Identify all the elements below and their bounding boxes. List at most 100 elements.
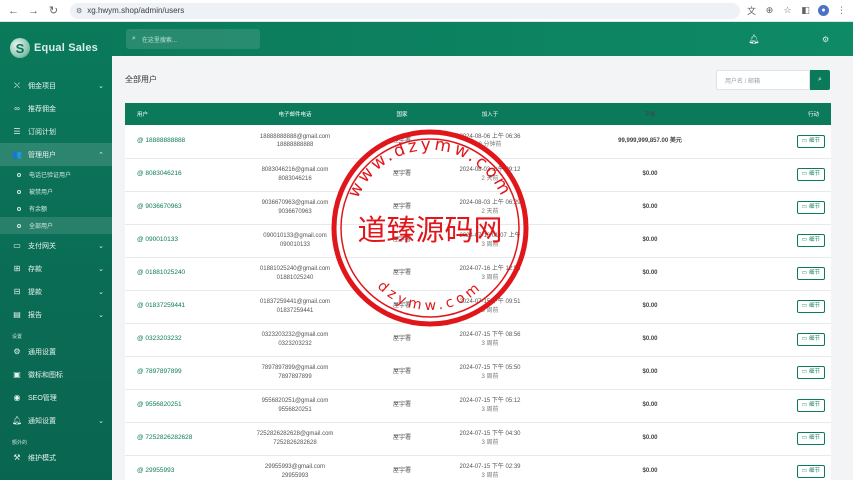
cell-country: 屋宇署 [373,290,431,324]
monitor-icon: ▭ [801,236,807,243]
chevron-down-icon: ⌄ [98,311,104,319]
zoom-icon[interactable]: ⊕ [764,5,775,16]
cell-username[interactable]: @ 01881025240 [125,257,217,291]
sidebar-subitem-banned[interactable]: 被禁用户 [0,183,112,200]
sidebar-item-label: 报告 [28,311,42,319]
browser-menu-icon[interactable]: ⋮ [836,5,847,16]
username-link[interactable]: @ 18888888888 [137,137,185,144]
username-link[interactable]: @ 7897897899 [137,368,182,375]
col-header-email[interactable]: 电子邮件电话 [217,103,373,125]
sidebar-item-withdrawals[interactable]: ⊟ 提款 ⌄ [0,280,112,303]
details-button[interactable]: ▭ 细节 [796,267,825,280]
forward-icon[interactable]: → [25,2,42,19]
username-link[interactable]: @ 7252826282628 [137,434,192,441]
username-link[interactable]: @ 0323203232 [137,335,182,342]
extensions-icon[interactable]: ◧ [800,5,811,16]
details-button[interactable]: ▭ 细节 [796,300,825,313]
username-link[interactable]: @ 9036670963 [137,203,182,210]
monitor-icon: ▭ [801,269,807,276]
brand[interactable]: S Equal Sales [0,22,112,74]
details-button[interactable]: ▭ 细节 [796,432,825,445]
cell-username[interactable]: @ 18888888888 [125,125,217,159]
table-row: @ 7897897899 7897897899@gmail.com 78978978… [125,356,831,390]
col-header-user[interactable]: 用户 [125,103,217,125]
username-link[interactable]: @ 9556820251 [137,401,182,408]
sidebar-item-seo[interactable]: ◉ SEO管理 [0,386,112,409]
monitor-icon: ▭ [801,137,807,144]
username-link[interactable]: @ 29955993 [137,467,174,474]
joined-datetime: 2024-08-06 上午 06:36 [459,134,521,141]
details-button[interactable]: ▭ 细节 [796,168,825,181]
details-button[interactable]: ▭ 细节 [796,201,825,214]
sidebar-item-deposits[interactable]: ⊞ 存款 ⌄ [0,257,112,280]
details-button[interactable]: ▭ 细节 [796,366,825,379]
cell-username[interactable]: @ 7252826282628 [125,422,217,456]
sidebar-item-general-settings[interactable]: ⚙ 通用设置 [0,340,112,363]
sidebar-subitem-phone-verified[interactable]: 电话已验证用户 [0,166,112,183]
sidebar-subitem-all-users[interactable]: 全部用户 [0,217,112,234]
address-bar[interactable]: ⚙ xg.hwym.shop/admin/users [70,2,740,19]
details-label: 细节 [808,302,820,309]
sidebar-item-commission-projects[interactable]: ⛌ 佣金项目 ⌄ [0,74,112,97]
cell-username[interactable]: @ 01837259441 [125,290,217,324]
cell-username[interactable]: @ 090010133 [125,224,217,258]
cell-email: 9036670963@gmail.com 9036670963 [217,191,373,225]
sidebar-item-reports[interactable]: ▤ 报告 ⌄ [0,303,112,326]
username-link[interactable]: @ 01837259441 [137,302,185,309]
cell-email: 18888888888@gmail.com 18888888888 [217,125,373,159]
details-button[interactable]: ▭ 细节 [796,465,825,478]
sidebar-item-referral-commission[interactable]: ∞ 推荐佣金 [0,97,112,120]
sidebar-subitem-with-balance[interactable]: 有余额 [0,200,112,217]
cell-balance: $0.00 [549,191,751,225]
table-row: @ 01837259441 01837259441@gmail.com 018372… [125,290,831,324]
site-info-icon[interactable]: ⚙ [76,7,82,15]
cell-country: 屋宇署 [373,455,431,480]
details-button[interactable]: ▭ 细节 [796,333,825,346]
cell-username[interactable]: @ 29955993 [125,455,217,480]
search-icon: ⌕ [818,76,822,83]
admin-settings-icon[interactable]: ⚙ [822,35,829,44]
phone-text: 01881025240 [276,274,314,281]
cell-email: 7252826282628@gmail.com 7252826282628 [217,422,373,456]
translate-icon[interactable]: 文 [746,5,757,16]
back-icon[interactable]: ← [5,2,22,19]
sidebar-item-logo-favicon[interactable]: ▣ 徽标和图标 [0,363,112,386]
details-button[interactable]: ▭ 细节 [796,399,825,412]
joined-datetime: 2024-07-15 下午 05:12 [459,398,521,405]
cell-joined: 2024-07-16 01:07 上午 3 周前 [431,224,549,258]
col-header-balance[interactable]: 平衡 [549,103,751,125]
cell-username[interactable]: @ 9036670963 [125,191,217,225]
sidebar-item-payment-gateways[interactable]: ▭ 支付网关 ⌄ [0,234,112,257]
cell-username[interactable]: @ 7897897899 [125,356,217,390]
sidebar-item-subscription-plans[interactable]: ☰ 订阅计划 [0,120,112,143]
sidebar-item-label: 佣金项目 [28,82,56,90]
cell-email: 0323203232@gmail.com 0323203232 [217,323,373,357]
sidebar-item-maintenance-mode[interactable]: ⚒ 维护模式 [0,446,112,469]
sidebar-item-manage-users[interactable]: 👥 管理用户 ⌃ [0,143,112,166]
reload-icon[interactable]: ↻ [45,2,62,19]
profile-avatar-icon[interactable]: ● [818,5,829,16]
bookmark-star-icon[interactable]: ☆ [782,5,793,16]
cell-country: 屋宇署 [373,224,431,258]
col-header-country[interactable]: 国家 [373,103,431,125]
username-link[interactable]: @ 8083046216 [137,170,182,177]
joined-ago: 3 周前 [481,340,499,347]
globe-icon: ◉ [13,393,21,402]
user-search-button[interactable]: ⌕ [810,70,830,90]
username-link[interactable]: @ 01881025240 [137,269,185,276]
details-button[interactable]: ▭ 细节 [796,234,825,247]
cell-country: 屋宇署 [373,356,431,390]
sidebar-subitem-label: 被禁用户 [29,190,54,196]
cell-username[interactable]: @ 8083046216 [125,158,217,192]
cell-username[interactable]: @ 9556820251 [125,389,217,423]
col-header-joined[interactable]: 加入于 [431,103,549,125]
details-button[interactable]: ▭ 细节 [796,134,825,148]
notification-bell-icon[interactable]: 🔔︎ [748,34,759,45]
cell-action: ▭ 细节 [751,356,831,390]
cell-username[interactable]: @ 0323203232 [125,323,217,357]
user-search-input[interactable]: 用户名 / 邮箱 [716,70,810,90]
global-search-input[interactable]: ⌕ 在这里搜索... [126,29,260,49]
username-link[interactable]: @ 090010133 [137,236,178,243]
sidebar-item-notification-settings[interactable]: 🔔︎ 通知设置 ⌄ [0,409,112,432]
card-icon: ▭ [13,241,21,250]
